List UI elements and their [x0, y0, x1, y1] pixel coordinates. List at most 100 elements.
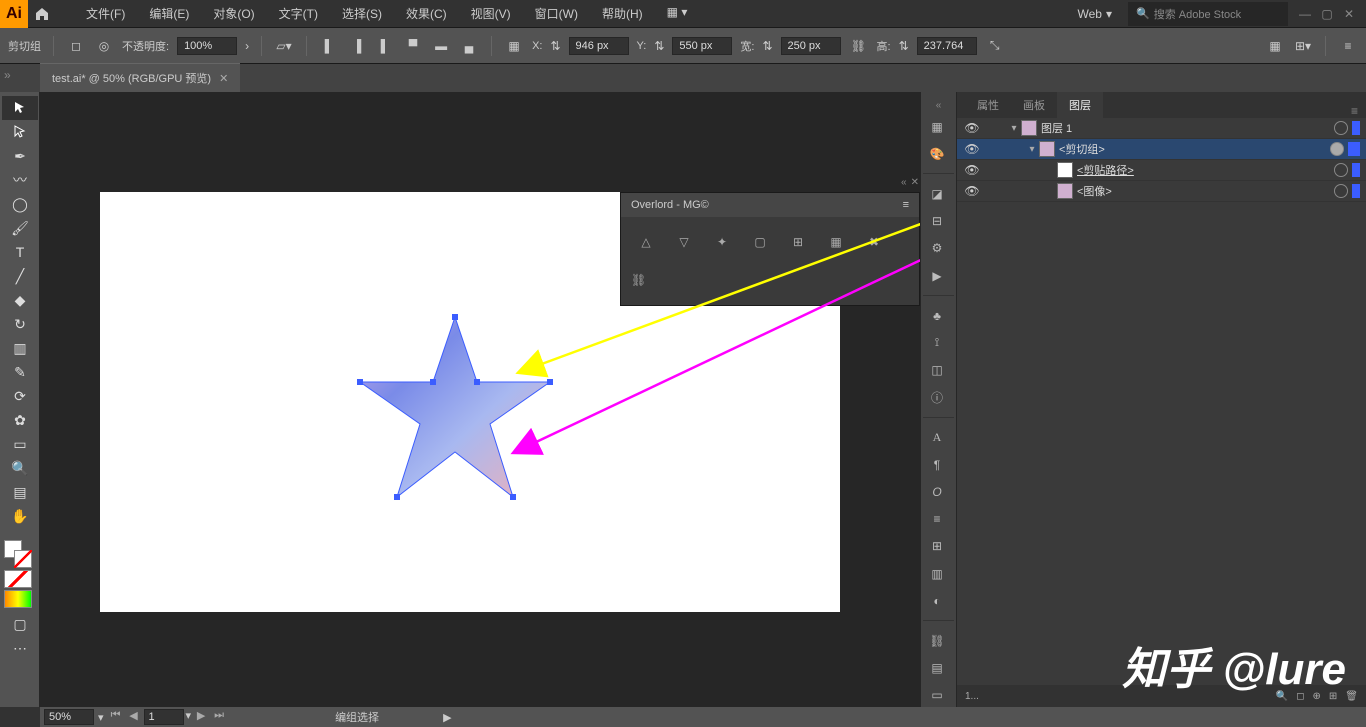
appearance-dock-icon[interactable]: ◫ [921, 359, 953, 382]
hand-tool[interactable]: ✋ [2, 504, 38, 528]
home-icon[interactable] [28, 6, 56, 22]
transparency-dock-icon[interactable]: ◐ [921, 589, 953, 612]
line-tool[interactable]: ╱ [2, 264, 38, 288]
gradient-dock-icon[interactable]: ▥ [921, 562, 953, 585]
symbol-tool[interactable]: ✿ [2, 408, 38, 432]
page-dropdown-icon[interactable]: ▾ [186, 709, 192, 725]
blend-tool[interactable]: ⟳ [2, 384, 38, 408]
y-stepper[interactable]: ⇅ [654, 39, 664, 53]
menu-effect[interactable]: 效果(C) [396, 1, 457, 26]
overlord-pull-icon[interactable]: ▽ [669, 227, 699, 257]
asset-dock-icon[interactable]: ▤ [921, 657, 953, 680]
color-dock-icon[interactable]: 🎨 [921, 142, 953, 165]
layer-row[interactable]: 👁▾<剪切组> [957, 139, 1366, 160]
pen-tool[interactable]: ✒ [2, 144, 38, 168]
layer-row[interactable]: 👁▾图层 1 [957, 118, 1366, 139]
panel-menu-icon[interactable]: ≡ [1343, 104, 1366, 118]
target-icon[interactable] [1330, 142, 1344, 156]
w-input[interactable] [781, 37, 841, 55]
edit-toolbar[interactable]: ⋯ [2, 636, 38, 660]
actions-dock-icon[interactable]: ▶ [921, 264, 953, 287]
opacity-arrow[interactable]: › [245, 39, 249, 53]
zoom-input[interactable] [44, 709, 94, 725]
target-icon[interactable]: ◎ [94, 36, 114, 56]
layer-name[interactable]: <剪贴路径> [1077, 162, 1334, 178]
artboards-dock-icon[interactable]: ▭ [921, 684, 953, 707]
bbox-icon[interactable]: ◻ [66, 36, 86, 56]
menu-object[interactable]: 对象(O) [203, 1, 264, 26]
page-input[interactable] [144, 709, 184, 725]
ellipse-tool[interactable]: ◯ [2, 192, 38, 216]
transform-dock-icon[interactable]: ⊞ [921, 535, 953, 558]
zoom-tool[interactable]: 🔍 [2, 456, 38, 480]
menu-type[interactable]: 文字(T) [269, 1, 328, 26]
type-tool[interactable]: T [2, 240, 38, 264]
align-center-icon[interactable]: ▐ [347, 36, 367, 56]
dock-collapse-icon[interactable]: « [921, 100, 956, 111]
menu-view[interactable]: 视图(V) [461, 1, 521, 26]
eyedropper-tool[interactable]: ✎ [2, 360, 38, 384]
arrange-icon[interactable]: ⊞▾ [1293, 36, 1313, 56]
minimize-button[interactable]: — [1296, 5, 1314, 23]
align-dock-icon[interactable]: ⊟ [921, 210, 953, 233]
menu-file[interactable]: 文件(F) [76, 1, 135, 26]
target-icon[interactable] [1334, 184, 1348, 198]
overlord-link-icon[interactable]: ⛓ [631, 265, 909, 295]
nav-prev-icon[interactable]: ◀ [126, 709, 142, 725]
x-stepper[interactable]: ⇅ [550, 39, 560, 53]
artboard-tool[interactable]: ▭ [2, 432, 38, 456]
grid-view-icon[interactable]: ▦ [1265, 36, 1285, 56]
anchor-grid-icon[interactable]: ▦ [504, 36, 524, 56]
opacity-input[interactable] [177, 37, 237, 55]
overlord-push-icon[interactable]: △ [631, 227, 661, 257]
visibility-icon[interactable]: 👁 [957, 184, 987, 198]
layer-name[interactable]: <图像> [1077, 183, 1334, 199]
w-stepper[interactable]: ⇅ [762, 39, 772, 53]
menu-help[interactable]: 帮助(H) [592, 1, 653, 26]
overlord-box-icon[interactable]: ▢ [745, 227, 775, 257]
document-tab[interactable]: test.ai* @ 50% (RGB/GPU 预览) ✕ [40, 63, 240, 92]
status-arrow-icon[interactable]: ▶ [443, 711, 451, 724]
menu-select[interactable]: 选择(S) [332, 1, 392, 26]
options-icon[interactable]: ≡ [1338, 36, 1358, 56]
menu-edit[interactable]: 编辑(E) [139, 1, 199, 26]
expand-arrow-icon[interactable]: ▾ [1007, 123, 1021, 134]
stroke-dock-icon[interactable]: ≡ [921, 508, 953, 531]
layer-name[interactable]: <剪切组> [1059, 141, 1330, 157]
overlord-cross-icon[interactable]: ✖ [859, 227, 889, 257]
align-top-icon[interactable]: ▀ [403, 36, 423, 56]
layer-row[interactable]: 👁 <剪贴路径> [957, 160, 1366, 181]
search-stock[interactable]: 🔍 搜索 Adobe Stock [1128, 2, 1288, 26]
tab-artboards[interactable]: 画板 [1011, 92, 1057, 118]
align-right-icon[interactable]: ▌ [375, 36, 395, 56]
canvas[interactable]: « ✕ Overlord - MG© ≡ △ ▽ ✦ ▢ ⊞ ▦ ✖ ⛓ [40, 92, 920, 707]
fill-stroke-swatch[interactable] [4, 540, 32, 568]
zoom-dropdown-icon[interactable]: ▾ [98, 711, 104, 724]
info-dock-icon[interactable]: ⓘ [921, 386, 953, 409]
gear-dock-icon[interactable]: ⚙ [921, 237, 953, 260]
menu-window[interactable]: 窗口(W) [525, 1, 588, 26]
align-bottom-icon[interactable]: ▄ [459, 36, 479, 56]
layer-row[interactable]: 👁 <图像> [957, 181, 1366, 202]
overlord-anchor-icon[interactable]: ✦ [707, 227, 737, 257]
slice-tool[interactable]: ▤ [2, 480, 38, 504]
curvature-tool[interactable]: 〰 [2, 168, 38, 192]
panel-menu-icon[interactable]: ≡ [903, 199, 909, 211]
nav-first-icon[interactable]: ⏮ [108, 709, 124, 725]
maximize-button[interactable]: ▢ [1318, 5, 1336, 23]
panel-close-icon[interactable]: ✕ [911, 177, 919, 188]
visibility-icon[interactable]: 👁 [957, 163, 987, 177]
star-clip-group[interactable] [355, 312, 555, 502]
tab-properties[interactable]: 属性 [965, 92, 1011, 118]
screen-mode-tool[interactable]: ▢ [2, 612, 38, 636]
panel-collapse-icon[interactable]: « [901, 177, 907, 188]
delete-layer-icon[interactable]: 🗑 [1345, 691, 1358, 702]
rotate-tool[interactable]: ↻ [2, 312, 38, 336]
overlord-panel[interactable]: « ✕ Overlord - MG© ≡ △ ▽ ✦ ▢ ⊞ ▦ ✖ ⛓ [620, 192, 920, 306]
align-middle-icon[interactable]: ▬ [431, 36, 451, 56]
para-dock-icon[interactable]: ¶ [921, 453, 953, 476]
close-button[interactable]: ✕ [1340, 5, 1358, 23]
align-left-icon[interactable]: ▌ [319, 36, 339, 56]
tabbar-handle-icon[interactable]: » [4, 68, 16, 80]
swatches-dock-icon[interactable]: ◪ [921, 182, 953, 205]
